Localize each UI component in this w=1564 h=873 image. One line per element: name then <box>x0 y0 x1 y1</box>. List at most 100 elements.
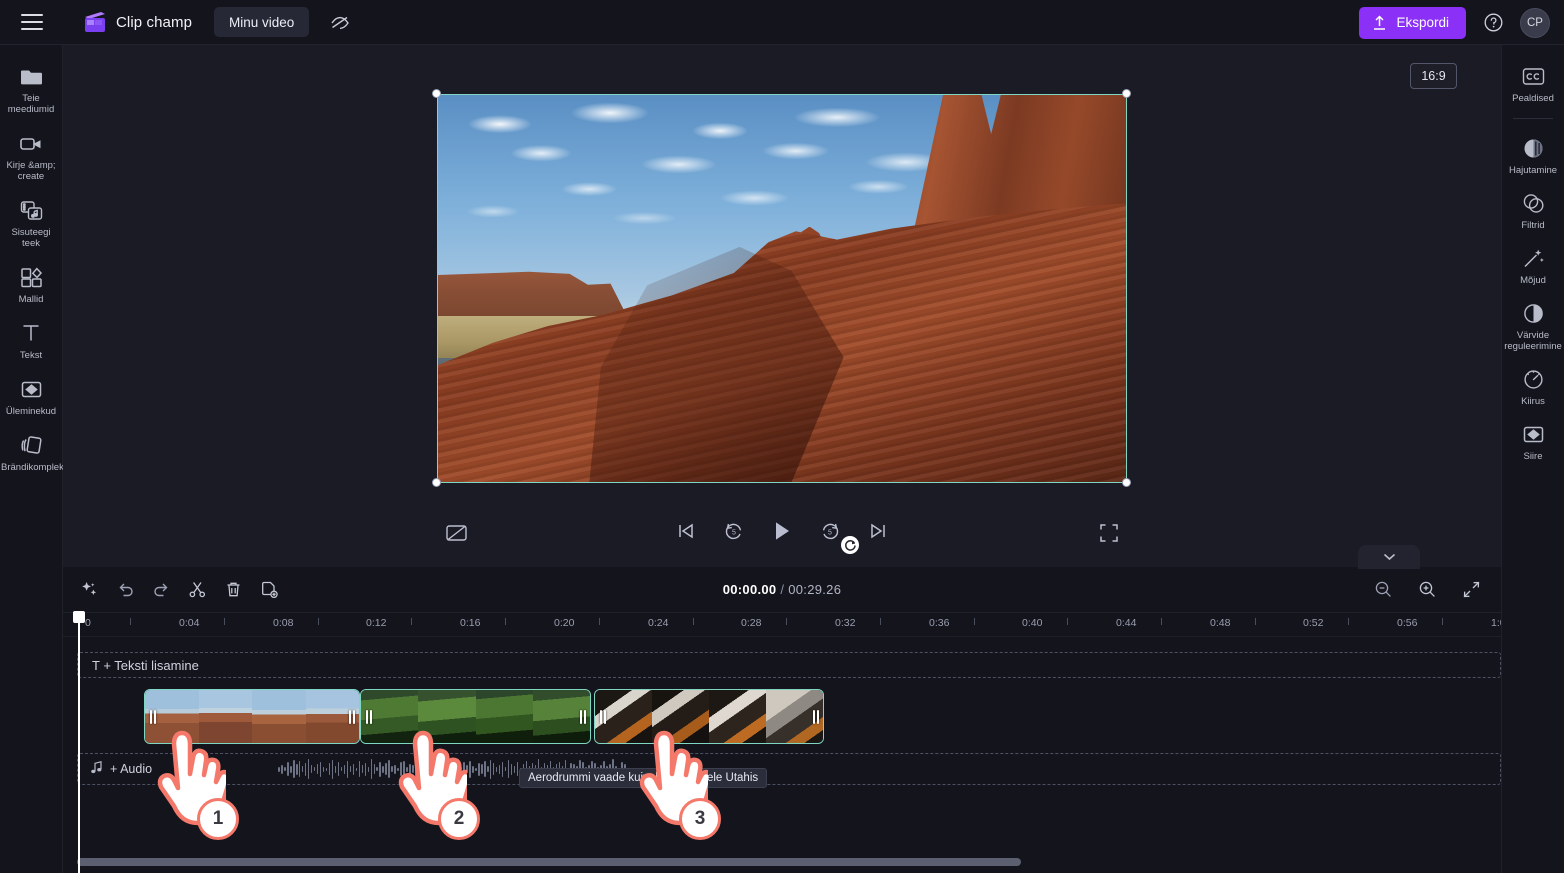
clip-thumbnails <box>361 690 590 743</box>
timeline-zoom-controls <box>1370 576 1485 603</box>
effects-wand-icon <box>1521 246 1545 270</box>
preview-panel: 16:9 5 5 <box>63 45 1501 567</box>
top-bar-actions: Ekspordi CP <box>1359 0 1550 45</box>
aspect-ratio-badge[interactable]: 16:9 <box>1410 63 1457 89</box>
property-item-color-adjust[interactable]: Värvide reguleerimine <box>1502 294 1564 358</box>
text-track[interactable]: T + Teksti lisamine <box>77 652 1501 678</box>
sidebar-divider <box>1513 118 1553 119</box>
ruler-tick: 0:24 <box>648 617 669 629</box>
property-item-captions[interactable]: Pealdised <box>1502 57 1564 110</box>
timeline-ruler[interactable]: 0 0:04 0:08 0:12 0:16 0:20 0:24 0:28 0:3… <box>63 613 1501 637</box>
add-audio-label[interactable]: + Audio <box>110 762 152 776</box>
trim-handle-right[interactable] <box>810 706 821 728</box>
sidebar-item-templates[interactable]: Mallid <box>0 258 62 311</box>
property-item-fade[interactable]: Hajutamine <box>1502 129 1564 182</box>
user-avatar[interactable]: CP <box>1520 7 1550 38</box>
sidebar-item-your-media[interactable]: Teie meediumid <box>0 57 62 121</box>
timeline-panel: 00:00.00 / 00:29.26 0 0:04 0:08 0:12 0:1… <box>63 567 1501 873</box>
play-button[interactable] <box>769 518 795 544</box>
sparkle-icon <box>82 582 97 595</box>
music-note-icon <box>90 760 103 779</box>
ruler-tick: 0:44 <box>1116 617 1137 629</box>
export-button[interactable]: Ekspordi <box>1359 6 1466 39</box>
redo-button[interactable] <box>148 576 175 603</box>
magic-tools-button[interactable] <box>76 576 103 603</box>
sidebar-item-label: Tekst <box>19 350 43 361</box>
sidebar-item-transitions[interactable]: Üleminekud <box>0 370 62 423</box>
forward-5-button[interactable]: 5 <box>817 518 843 544</box>
content-library-icon <box>19 198 43 222</box>
sidebar-item-record-create[interactable]: Kirje &amp; create <box>0 124 62 188</box>
delete-button[interactable] <box>220 576 247 603</box>
trim-handle-left[interactable] <box>363 706 374 728</box>
rewind-5-button[interactable]: 5 <box>721 518 747 544</box>
undo-button[interactable] <box>112 576 139 603</box>
brand-name: Clip champ <box>116 13 193 31</box>
help-icon[interactable] <box>1480 10 1506 36</box>
video-clip-1[interactable] <box>144 689 360 744</box>
ruler-tick: 0:36 <box>929 617 950 629</box>
resize-handle-top-right[interactable] <box>1122 89 1131 98</box>
timeline-tool-group <box>76 576 283 603</box>
ruler-tick: 0:04 <box>179 617 200 629</box>
timeline-scrollbar-thumb[interactable] <box>77 858 1021 866</box>
thumbnail <box>198 690 252 743</box>
sidebar-item-label: Teie meediumid <box>7 93 55 115</box>
sidebar-item-brand-kit[interactable]: Brändikomplekt <box>0 426 66 479</box>
sidebar-item-text[interactable]: Tekst <box>0 314 62 367</box>
sidebar-item-label: Sisuteegi teek <box>11 227 51 249</box>
sidebar-item-label: Kirje &amp; create <box>6 160 56 182</box>
timeline-tracks: T + Teksti lisamine Aerodrummi vaade kui… <box>63 637 1501 823</box>
playhead-handle[interactable] <box>73 611 85 623</box>
video-clip-2[interactable] <box>360 689 591 744</box>
zoom-out-button[interactable] <box>1370 576 1397 603</box>
skip-previous-button[interactable] <box>673 518 699 544</box>
fit-timeline-button[interactable] <box>1458 576 1485 603</box>
eye-off-icon[interactable] <box>327 9 353 35</box>
resize-handle-bottom-left[interactable] <box>432 478 441 487</box>
clip-thumbnails <box>595 690 823 743</box>
project-name-chip[interactable]: Minu video <box>214 7 310 37</box>
toggle-captions-button[interactable] <box>445 523 471 549</box>
trim-handle-right[interactable] <box>346 706 357 728</box>
trim-handle-left[interactable] <box>597 706 608 728</box>
fade-icon <box>1521 136 1545 160</box>
hamburger-menu-icon[interactable] <box>21 14 43 30</box>
timeline-toolbar: 00:00.00 / 00:29.26 <box>63 567 1501 613</box>
zoom-in-button[interactable] <box>1414 576 1441 603</box>
property-item-filters[interactable]: Filtrid <box>1502 184 1564 237</box>
resize-handle-top-left[interactable] <box>432 89 441 98</box>
trim-handle-left[interactable] <box>147 706 158 728</box>
split-button[interactable] <box>184 576 211 603</box>
step-badge-1: 1 <box>197 798 239 840</box>
export-label: Ekspordi <box>1396 15 1449 30</box>
skip-previous-icon <box>679 523 693 539</box>
clip-thumbnails <box>145 690 359 743</box>
sidebar-item-content-library[interactable]: Sisuteegi teek <box>0 191 62 255</box>
closed-caption-icon <box>1521 64 1545 88</box>
rewind-5-icon: 5 <box>725 523 742 540</box>
video-preview-stage[interactable] <box>437 94 1127 483</box>
fullscreen-button[interactable] <box>1099 523 1123 547</box>
right-sidebar: Pealdised Hajutamine Filtrid Mõjud Värvi… <box>1501 45 1564 873</box>
property-item-speed[interactable]: Kiirus <box>1502 360 1564 413</box>
property-item-effects[interactable]: Mõjud <box>1502 239 1564 292</box>
collapse-preview-button[interactable] <box>1358 545 1420 569</box>
ruler-tick: 0:32 <box>835 617 856 629</box>
thumbnail <box>652 690 709 743</box>
timeline-scrollbar[interactable] <box>63 857 1501 867</box>
skip-next-button[interactable] <box>865 518 891 544</box>
ruler-minor-mark <box>974 618 975 625</box>
property-item-label: Hajutamine <box>1508 165 1558 176</box>
trim-handle-right[interactable] <box>577 706 588 728</box>
ruler-tick: 0:16 <box>460 617 481 629</box>
add-text-label[interactable]: T + Teksti lisamine <box>92 658 199 673</box>
rotate-handle[interactable] <box>841 536 859 554</box>
resize-handle-bottom-right[interactable] <box>1122 478 1131 487</box>
duplicate-button[interactable] <box>256 576 283 603</box>
timeline-playhead[interactable] <box>73 611 85 873</box>
ruler-tick: 0:12 <box>366 617 387 629</box>
video-clip-3[interactable] <box>594 689 824 744</box>
property-item-transition[interactable]: Siire <box>1502 415 1564 468</box>
audio-track[interactable]: + Audio <box>77 753 1501 785</box>
